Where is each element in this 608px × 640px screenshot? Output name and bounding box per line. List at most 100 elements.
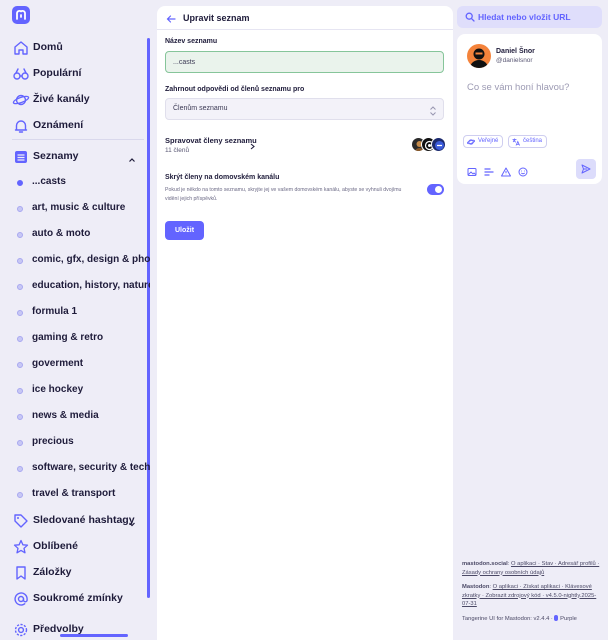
nav-private-mentions[interactable]: Soukromé zmínky [0, 586, 146, 612]
list-dot-icon [17, 336, 23, 342]
list-item[interactable]: ...casts [0, 171, 146, 195]
nav-bottom-indicator [60, 634, 128, 637]
list-item-label: goverment [32, 358, 84, 369]
image-icon[interactable] [467, 164, 477, 176]
warning-icon[interactable] [501, 164, 511, 177]
list-item-label: formula 1 [32, 306, 78, 317]
list-item-label: ice hockey [32, 384, 84, 395]
bookmark-icon [12, 564, 30, 582]
list-item-label: ...casts [32, 176, 66, 187]
compose-panel: Daniel Šnor @danielsnor Co se vám honí h… [457, 34, 602, 184]
nav-live-feeds[interactable]: Živé kanály [0, 87, 146, 113]
footer-mastodon: Mastodon: O aplikaci · Získat aplikaci ·… [462, 584, 597, 607]
list-item-label: travel & transport [32, 488, 116, 499]
save-button[interactable]: Uložit [165, 221, 204, 240]
list-dot-icon [17, 414, 23, 420]
list-item[interactable]: auto & moto [0, 223, 146, 247]
edit-list-column: Upravit seznam Název seznamu Zahrnout od… [157, 6, 453, 640]
list-dot-icon [17, 310, 23, 316]
mastodon-logo[interactable] [12, 6, 30, 24]
nav-lists[interactable]: Seznamy [0, 144, 146, 170]
list-item[interactable]: software, security & tech [0, 457, 150, 481]
column-header: Upravit seznam [157, 6, 453, 30]
account-handle: @danielsnor [496, 57, 533, 64]
footer: mastodon.social: O aplikaci · Stav · Adr… [462, 560, 602, 629]
list-item-label: art, music & culture [32, 202, 126, 213]
list-name-label: Název seznamu [165, 38, 218, 45]
list-item-label: education, history, nature & [32, 280, 150, 291]
page-title: Upravit seznam [183, 13, 250, 23]
nav-scrollbar[interactable] [147, 38, 150, 598]
replies-policy-value: Členům seznamu [173, 105, 228, 112]
hide-members-description: Pokud je někdo na tomto seznamu, skryjte… [165, 187, 402, 202]
live-feeds-icon [12, 91, 30, 109]
search-input[interactable]: Hledat nebo vložit URL [457, 6, 602, 28]
list-item-label: comic, gfx, design & photo [32, 254, 150, 265]
manage-members-link[interactable]: Spravovat členy seznamu 11 členů [165, 136, 446, 158]
nav-followed-hashtags[interactable]: Sledované hashtagy [0, 508, 146, 534]
nav-explore[interactable]: Populární [0, 61, 146, 87]
member-count: 11 členů [165, 147, 190, 154]
emoji-icon[interactable] [518, 164, 528, 177]
list-item-label: news & media [32, 410, 99, 421]
list-item[interactable]: formula 1 [0, 301, 146, 325]
footer-mastodon-name: Mastodon [462, 584, 490, 590]
list-item[interactable]: education, history, nature & [0, 275, 150, 299]
hide-members-toggle[interactable] [427, 184, 444, 195]
list-item-label: auto & moto [32, 228, 91, 239]
language-button[interactable]: čeština [508, 135, 548, 148]
footer-theme: Tangerine UI for Mastodon: v2.4.4 · Purp… [462, 614, 602, 624]
chevron-up-icon [127, 152, 137, 162]
globe-icon [467, 138, 475, 146]
search-icon [465, 12, 475, 22]
home-icon [12, 39, 30, 57]
nav-lists-label: Seznamy [33, 150, 79, 162]
list-item[interactable]: news & media [0, 405, 146, 429]
avatar[interactable] [467, 44, 491, 68]
compose-textarea[interactable]: Co se vám honí hlavou? [467, 82, 569, 93]
send-icon [581, 164, 591, 174]
send-button[interactable] [576, 159, 596, 179]
chevron-down-icon [127, 516, 137, 527]
gear-icon [12, 621, 30, 639]
star-icon [12, 538, 30, 556]
list-item[interactable]: ice hockey [0, 379, 146, 403]
list-item[interactable]: art, music & culture [0, 197, 146, 221]
list-icon [12, 148, 30, 166]
hide-members-label: Skrýt členy na domovském kanálu [165, 174, 280, 181]
translate-icon [512, 138, 520, 146]
member-avatar [431, 137, 446, 152]
poll-icon[interactable] [484, 164, 494, 176]
nav-notifications[interactable]: Oznámení [0, 113, 146, 139]
list-item[interactable]: travel & transport [0, 483, 146, 507]
list-item[interactable]: precious [0, 431, 146, 455]
list-item[interactable]: goverment [0, 353, 146, 377]
list-dot-icon [17, 466, 23, 472]
chevron-right-icon [249, 137, 256, 150]
language-label: čeština [523, 138, 543, 144]
list-dot-icon [17, 440, 23, 446]
replies-policy-select[interactable]: Členům seznamu [165, 98, 444, 120]
list-dot-icon [17, 206, 23, 212]
list-name-input[interactable] [165, 51, 444, 73]
bell-icon [12, 117, 30, 135]
footer-server: mastodon.social: O aplikaci · Stav · Adr… [462, 561, 600, 576]
list-dot-icon [17, 232, 23, 238]
visibility-button[interactable]: Veřejné [463, 135, 504, 148]
nav-home[interactable]: Domů [0, 35, 146, 61]
nav-home-label: Domů [33, 41, 63, 53]
back-arrow-icon[interactable] [165, 12, 177, 24]
search-placeholder: Hledat nebo vložit URL [478, 12, 571, 22]
nav-favourites[interactable]: Oblíbené [0, 534, 146, 560]
display-name: Daniel Šnor [496, 48, 535, 55]
visibility-label: Veřejné [478, 138, 499, 144]
nav-bookmarks[interactable]: Záložky [0, 560, 146, 586]
list-dot-icon [17, 388, 23, 394]
hashtag-icon [12, 512, 30, 530]
list-dot-icon [17, 492, 23, 498]
nav-private-mentions-label: Soukromé zmínky [33, 592, 123, 604]
list-item[interactable]: comic, gfx, design & photo [0, 249, 150, 273]
list-item[interactable]: gaming & retro [0, 327, 146, 351]
list-item-label: gaming & retro [32, 332, 104, 343]
footer-server-name: mastodon.social [462, 561, 508, 567]
